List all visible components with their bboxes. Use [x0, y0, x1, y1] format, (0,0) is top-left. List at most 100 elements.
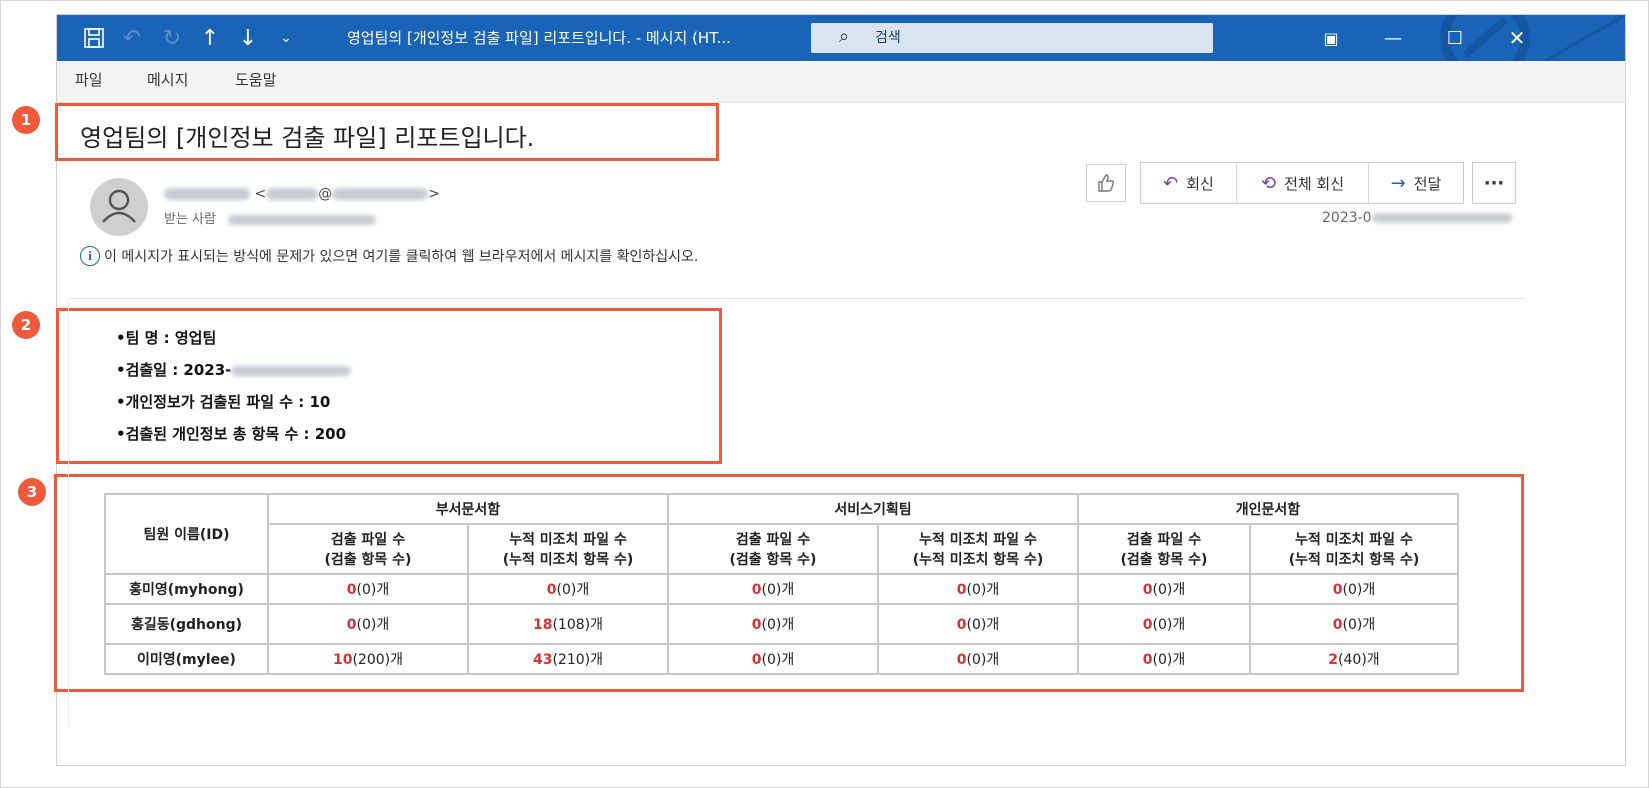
reply-icon: ↶ [1163, 172, 1179, 194]
count-value: 0 [1142, 617, 1153, 633]
count-value: 0 [1332, 582, 1343, 598]
count-cell: 0(0)개 [1077, 573, 1251, 605]
sub-header-pending: 누적 미조치 파일 수 (누적 미조치 항목 수) [467, 523, 669, 575]
member-name: 이미영(mylee) [104, 643, 269, 675]
sub-header-line: (검출 항목 수) [1120, 552, 1208, 568]
like-button[interactable] [1086, 164, 1126, 202]
arrow-down-icon[interactable]: ↓ [231, 15, 265, 61]
maximize-button[interactable]: ☐ [1435, 15, 1475, 61]
count-value: 0 [751, 582, 762, 598]
table-row: 이미영(mylee) 10(200)개 43(210)개 0(0)개 0(0)개 0(0)… [104, 643, 1459, 675]
menu-help[interactable]: 도움말 [235, 61, 276, 103]
member-header: 팀원 이름(ID) [104, 493, 269, 575]
count-cell: 0(0)개 [667, 643, 879, 675]
count-value: 43 [532, 652, 553, 668]
count-cell: 0(0)개 [267, 603, 469, 645]
count-value: 0 [346, 582, 357, 598]
summary-date-redacted [231, 365, 352, 376]
sub-header-line: 누적 미조치 파일 수 [919, 532, 1037, 548]
summary-items: •검출된 개인정보 총 항목 수 : 200 [116, 425, 347, 443]
save-icon[interactable] [77, 15, 111, 61]
info-text: 이 메시지가 표시되는 방식에 문제가 있으면 여기를 클릭하여 웹 브라우저에… [104, 249, 699, 265]
sub-header-line: (검출 항목 수) [324, 552, 412, 568]
sender-domain-redacted [332, 188, 429, 200]
recipient-redacted [228, 214, 377, 225]
item-count: (0) [966, 582, 987, 598]
undo-icon[interactable]: ↶ [115, 15, 149, 61]
sender-line[interactable]: < @ > [164, 186, 440, 202]
unit: 개 [390, 652, 404, 668]
unit: 개 [986, 652, 1000, 668]
item-count: (210) [552, 652, 591, 668]
unit: 개 [781, 652, 795, 668]
unit: 개 [1172, 652, 1186, 668]
reply-button-group: ↶ 회신 ⟲ 전체 회신 → 전달 [1140, 162, 1464, 204]
count-cell: 0(0)개 [267, 573, 469, 605]
recipient-line: 받는 사람 [164, 208, 377, 227]
menu-message[interactable]: 메시지 [147, 61, 188, 103]
more-actions-button[interactable]: ··· [1472, 162, 1516, 204]
unit: 개 [376, 582, 390, 598]
sender-name-redacted [164, 188, 250, 200]
forward-label: 전달 [1413, 174, 1442, 193]
unit: 개 [1172, 582, 1186, 598]
close-button[interactable]: ✕ [1497, 15, 1537, 61]
summary-files: •개인정보가 검출된 파일 수 : 10 [116, 393, 331, 411]
count-cell: 0(0)개 [467, 573, 669, 605]
thumbs-up-icon [1098, 174, 1115, 192]
count-cell: 0(0)개 [1249, 603, 1459, 645]
date-redacted [1371, 213, 1512, 223]
unit: 개 [1362, 617, 1376, 633]
search-box[interactable]: ⌕ 검색 [811, 23, 1213, 53]
customize-icon[interactable]: ⌄ [269, 15, 303, 61]
item-count: (0) [356, 617, 377, 633]
forward-icon: → [1390, 172, 1406, 194]
count-cell: 0(0)개 [1077, 603, 1251, 645]
group-header-service: 서비스기획팀 [667, 493, 1079, 525]
table-row: 홍미영(myhong) 0(0)개 0(0)개 0(0)개 0(0)개 0(0)개 0(0)… [104, 573, 1459, 605]
item-count: (0) [966, 652, 987, 668]
badge-2: 2 [12, 311, 40, 339]
item-count: (0) [1342, 582, 1363, 598]
title-bar: ↶ ↻ ↑ ↓ ⌄ 영업팀의 [개인정보 검출 파일] 리포트입니다. - 메시… [57, 15, 1625, 61]
count-cell: 0(0)개 [877, 603, 1079, 645]
count-cell: 0(0)개 [1077, 643, 1251, 675]
item-count: (0) [1152, 652, 1173, 668]
ribbon-display-icon[interactable]: ▣ [1311, 15, 1351, 61]
item-count: (0) [1152, 582, 1173, 598]
group-header-dept: 부서문서함 [267, 493, 669, 525]
sub-header-line: (누적 미조치 항목 수) [912, 552, 1044, 568]
unit: 개 [781, 617, 795, 633]
arrow-up-icon[interactable]: ↑ [193, 15, 227, 61]
message-subject: 영업팀의 [개인정보 검출 파일] 리포트입니다. [80, 124, 535, 152]
count-cell: 2(40)개 [1249, 643, 1459, 675]
summary-team: •팀 명 : 영업팀 [116, 329, 217, 347]
badge-1: 1 [12, 106, 40, 134]
count-value: 0 [751, 617, 762, 633]
info-bar[interactable]: i 이 메시지가 표시되는 방식에 문제가 있으면 여기를 클릭하여 웹 브라우… [80, 246, 698, 266]
count-value: 0 [1142, 652, 1153, 668]
reply-all-button[interactable]: ⟲ 전체 회신 [1237, 163, 1369, 203]
item-count: (0) [761, 652, 782, 668]
count-value: 18 [532, 617, 553, 633]
sub-header-line: 검출 파일 수 [330, 532, 406, 548]
count-cell: 0(0)개 [877, 573, 1079, 605]
sender-close: > [428, 186, 440, 202]
forward-button[interactable]: → 전달 [1369, 163, 1463, 203]
redo-icon[interactable]: ↻ [155, 15, 189, 61]
minimize-button[interactable]: — [1373, 15, 1413, 61]
sub-header-line: (검출 항목 수) [729, 552, 817, 568]
unit: 개 [590, 652, 604, 668]
sub-header-detected: 검출 파일 수 (검출 항목 수) [667, 523, 879, 575]
menu-file[interactable]: 파일 [75, 61, 103, 103]
badge-3: 3 [18, 478, 46, 506]
reply-button[interactable]: ↶ 회신 [1141, 163, 1237, 203]
reply-label: 회신 [1186, 174, 1214, 193]
sub-header-detected: 검출 파일 수 (검출 항목 수) [267, 523, 469, 575]
unit: 개 [590, 617, 604, 633]
item-count: (108) [552, 617, 591, 633]
unit: 개 [986, 617, 1000, 633]
report-summary: •팀 명 : 영업팀 •검출일 : 2023- •개인정보가 검출된 파일 수 … [116, 322, 352, 450]
window-title: 영업팀의 [개인정보 검출 파일] 리포트입니다. - 메시지 (HT... [347, 29, 731, 47]
sub-header-pending: 누적 미조치 파일 수 (누적 미조치 항목 수) [877, 523, 1079, 575]
